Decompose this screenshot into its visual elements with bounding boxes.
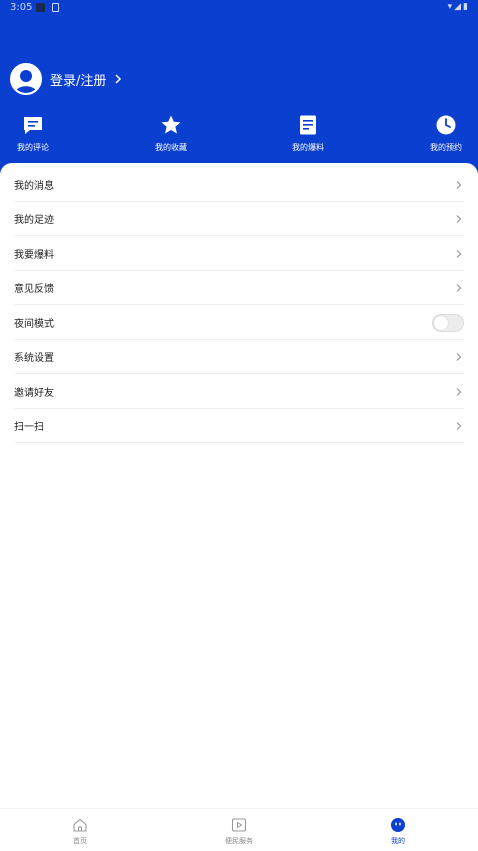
menu-item-label: 我要爆料	[14, 250, 54, 261]
document-icon	[300, 115, 316, 135]
menu-item-night-mode: 夜间模式	[14, 306, 464, 340]
profile-face-icon	[391, 818, 405, 832]
chevron-right-icon	[456, 283, 462, 292]
login-register-link[interactable]: 登录/注册	[50, 70, 106, 89]
shortcut-label: 我的预约	[430, 143, 462, 152]
menu-item-invite-friends[interactable]: 邀请好友	[14, 375, 464, 409]
avatar[interactable]	[10, 63, 42, 95]
shortcut-my-reports[interactable]: 我的爆料	[278, 114, 338, 153]
bottom-tab-bar: 首页 便民服务 我的	[0, 808, 478, 851]
avatar-icon	[12, 65, 40, 93]
menu-item-label: 夜间模式	[14, 319, 54, 330]
toggle-knob	[434, 315, 448, 330]
tab-label: 首页	[73, 837, 87, 845]
tab-mine[interactable]: 我的	[358, 817, 438, 846]
status-bar: 3:05 ▾◢▮	[0, 0, 478, 16]
play-box-icon	[231, 818, 247, 832]
menu-item-my-messages[interactable]: 我的消息	[14, 168, 464, 202]
menu-item-label: 系统设置	[14, 353, 54, 364]
menu-panel: 我的消息 我的足迹 我要爆料 意见反馈 夜间模式 系统设置 邀请好友 扫一扫	[0, 163, 478, 808]
tab-label: 我的	[391, 837, 405, 845]
menu-item-feedback[interactable]: 意见反馈	[14, 271, 464, 305]
login-entry[interactable]: 登录/注册	[10, 62, 122, 96]
chevron-right-icon	[456, 421, 462, 430]
clock-icon	[436, 115, 456, 135]
tab-label: 便民服务	[225, 837, 253, 845]
menu-item-my-footprints[interactable]: 我的足迹	[14, 202, 464, 236]
tab-services[interactable]: 便民服务	[199, 817, 279, 846]
shortcut-my-comments[interactable]: 我的评论	[3, 114, 63, 153]
chevron-right-icon	[456, 352, 462, 361]
chevron-right-icon	[115, 74, 122, 84]
status-time: 3:05	[10, 2, 33, 13]
chevron-right-icon	[456, 214, 462, 223]
shortcut-row: 我的评论 我的收藏 我的爆料 我的预约	[0, 114, 478, 158]
menu-item-label: 扫一扫	[14, 422, 44, 433]
chevron-right-icon	[456, 180, 462, 189]
shortcut-label: 我的评论	[17, 143, 49, 152]
menu-item-system-settings[interactable]: 系统设置	[14, 340, 464, 374]
menu-item-submit-report[interactable]: 我要爆料	[14, 237, 464, 271]
system-icons: ▾◢▮	[447, 2, 470, 12]
notification-icon	[36, 3, 45, 12]
shortcut-my-favorites[interactable]: 我的收藏	[141, 114, 201, 153]
sim-icon	[52, 3, 59, 12]
shortcut-my-appointments[interactable]: 我的预约	[416, 114, 476, 153]
menu-item-scan[interactable]: 扫一扫	[14, 409, 464, 443]
home-icon	[73, 818, 87, 832]
menu-item-label: 意见反馈	[14, 284, 54, 295]
star-icon	[161, 115, 181, 134]
menu-item-label: 我的消息	[14, 181, 54, 192]
menu-item-label: 我的足迹	[14, 215, 54, 226]
comment-icon	[24, 117, 42, 134]
menu-item-label: 邀请好友	[14, 388, 54, 399]
tab-home[interactable]: 首页	[40, 817, 120, 846]
chevron-right-icon	[456, 387, 462, 396]
shortcut-label: 我的爆料	[292, 143, 324, 152]
shortcut-label: 我的收藏	[155, 143, 187, 152]
night-mode-toggle[interactable]	[432, 313, 464, 332]
chevron-right-icon	[456, 249, 462, 258]
